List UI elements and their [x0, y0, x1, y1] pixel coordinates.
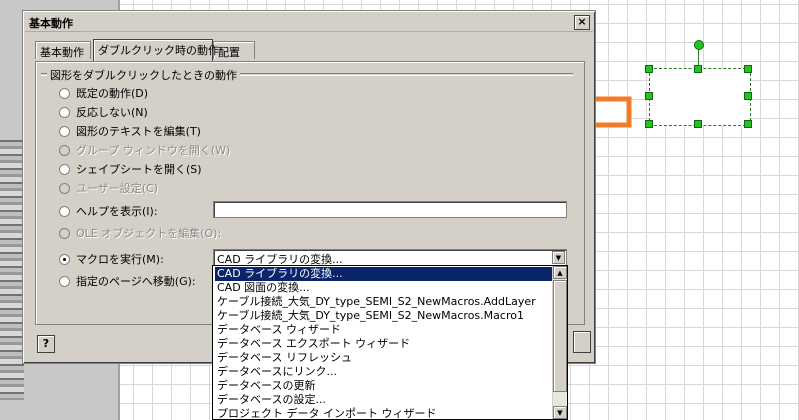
tab-placement[interactable]: 配置	[213, 41, 255, 59]
option-open-shapesheet[interactable]: シェイプシートを開く(S)	[59, 161, 202, 177]
list-item[interactable]: ケーブル接続_大気_DY_type_SEMI_S2_NewMacros.AddL…	[215, 295, 553, 309]
option-goto-page[interactable]: 指定のページへ移動(G):	[59, 273, 196, 289]
radio-icon	[59, 145, 70, 156]
help-icon: ?	[42, 337, 50, 350]
radio-icon[interactable]	[59, 88, 70, 99]
option-edit-text[interactable]: 図形のテキストを編集(T)	[59, 123, 201, 139]
list-item[interactable]: データベースの更新	[215, 379, 553, 393]
resize-handle-s[interactable]	[694, 120, 702, 128]
radio-icon[interactable]	[59, 164, 70, 175]
list-item[interactable]: データベース リフレッシュ	[215, 351, 553, 365]
resize-handle-ne[interactable]	[744, 65, 752, 73]
dialog-titlebar[interactable]: 基本動作 ×	[25, 13, 593, 32]
resize-handle-se[interactable]	[744, 120, 752, 128]
list-item[interactable]: データベースにリンク...	[215, 365, 553, 379]
dropdown-scrollbar[interactable]: ▲ ▼	[552, 266, 567, 419]
scroll-thumb[interactable]	[553, 280, 567, 392]
option-no-action[interactable]: 反応しない(N)	[59, 104, 148, 120]
resize-handle-nw[interactable]	[645, 65, 653, 73]
list-item[interactable]: CAD ライブラリの変換...	[214, 266, 554, 282]
option-run-macro[interactable]: マクロを実行(M):	[59, 251, 164, 267]
option-default[interactable]: 既定の動作(D)	[59, 85, 148, 101]
macro-combobox[interactable]: CAD ライブラリの変換... ▼	[213, 249, 567, 266]
radio-icon[interactable]	[59, 276, 70, 287]
rotation-handle[interactable]	[694, 40, 704, 50]
close-icon: ×	[577, 15, 587, 28]
option-custom: ユーザー設定(C)	[59, 180, 158, 196]
macro-dropdown-list[interactable]: CAD ライブラリの変換... CAD 図面の変換... ケーブル接続_大気_D…	[212, 265, 568, 420]
dialog-title: 基本動作	[29, 17, 73, 30]
resize-handle-w[interactable]	[645, 92, 653, 100]
option-edit-ole: OLE オブジェクトを編集(O):	[59, 225, 221, 241]
tab-basic[interactable]: 基本動作	[35, 41, 91, 59]
option-open-group-window: グループ ウィンドウを開く(W)	[59, 142, 230, 158]
radio-icon[interactable]	[59, 126, 70, 137]
group-label: 図形をダブルクリックしたときの動作	[47, 67, 240, 83]
stencil-shapes	[0, 140, 24, 400]
scroll-up-icon[interactable]: ▲	[553, 266, 567, 279]
radio-icon	[59, 183, 70, 194]
resize-handle-sw[interactable]	[645, 120, 653, 128]
radio-icon[interactable]	[59, 206, 70, 217]
obscured-button[interactable]	[573, 331, 591, 353]
selected-rectangle-shape[interactable]	[649, 68, 751, 126]
list-item[interactable]: データベースの設定...	[215, 393, 553, 407]
list-item[interactable]: データベース エクスポート ウィザード	[215, 337, 553, 351]
resize-handle-n[interactable]	[694, 65, 702, 73]
chevron-down-icon[interactable]: ▼	[552, 251, 565, 264]
close-button[interactable]: ×	[574, 15, 590, 30]
radio-icon[interactable]	[59, 107, 70, 118]
help-button[interactable]: ?	[37, 335, 55, 353]
option-show-help[interactable]: ヘルプを表示(I):	[59, 203, 158, 219]
list-item[interactable]: CAD 図面の変換...	[215, 281, 553, 295]
scroll-down-icon[interactable]: ▼	[553, 406, 567, 419]
resize-handle-e[interactable]	[744, 92, 752, 100]
radio-checked-icon[interactable]	[59, 254, 70, 265]
tab-double-click[interactable]: ダブルクリック時の動作	[93, 39, 219, 61]
list-item[interactable]: プロジェクト データ インポート ウィザード	[215, 407, 553, 419]
list-item[interactable]: ケーブル接続_大気_DY_type_SEMI_S2_NewMacros.Macr…	[215, 309, 553, 323]
radio-icon	[59, 228, 70, 239]
help-input[interactable]	[213, 201, 567, 218]
list-item[interactable]: データベース ウィザード	[215, 323, 553, 337]
